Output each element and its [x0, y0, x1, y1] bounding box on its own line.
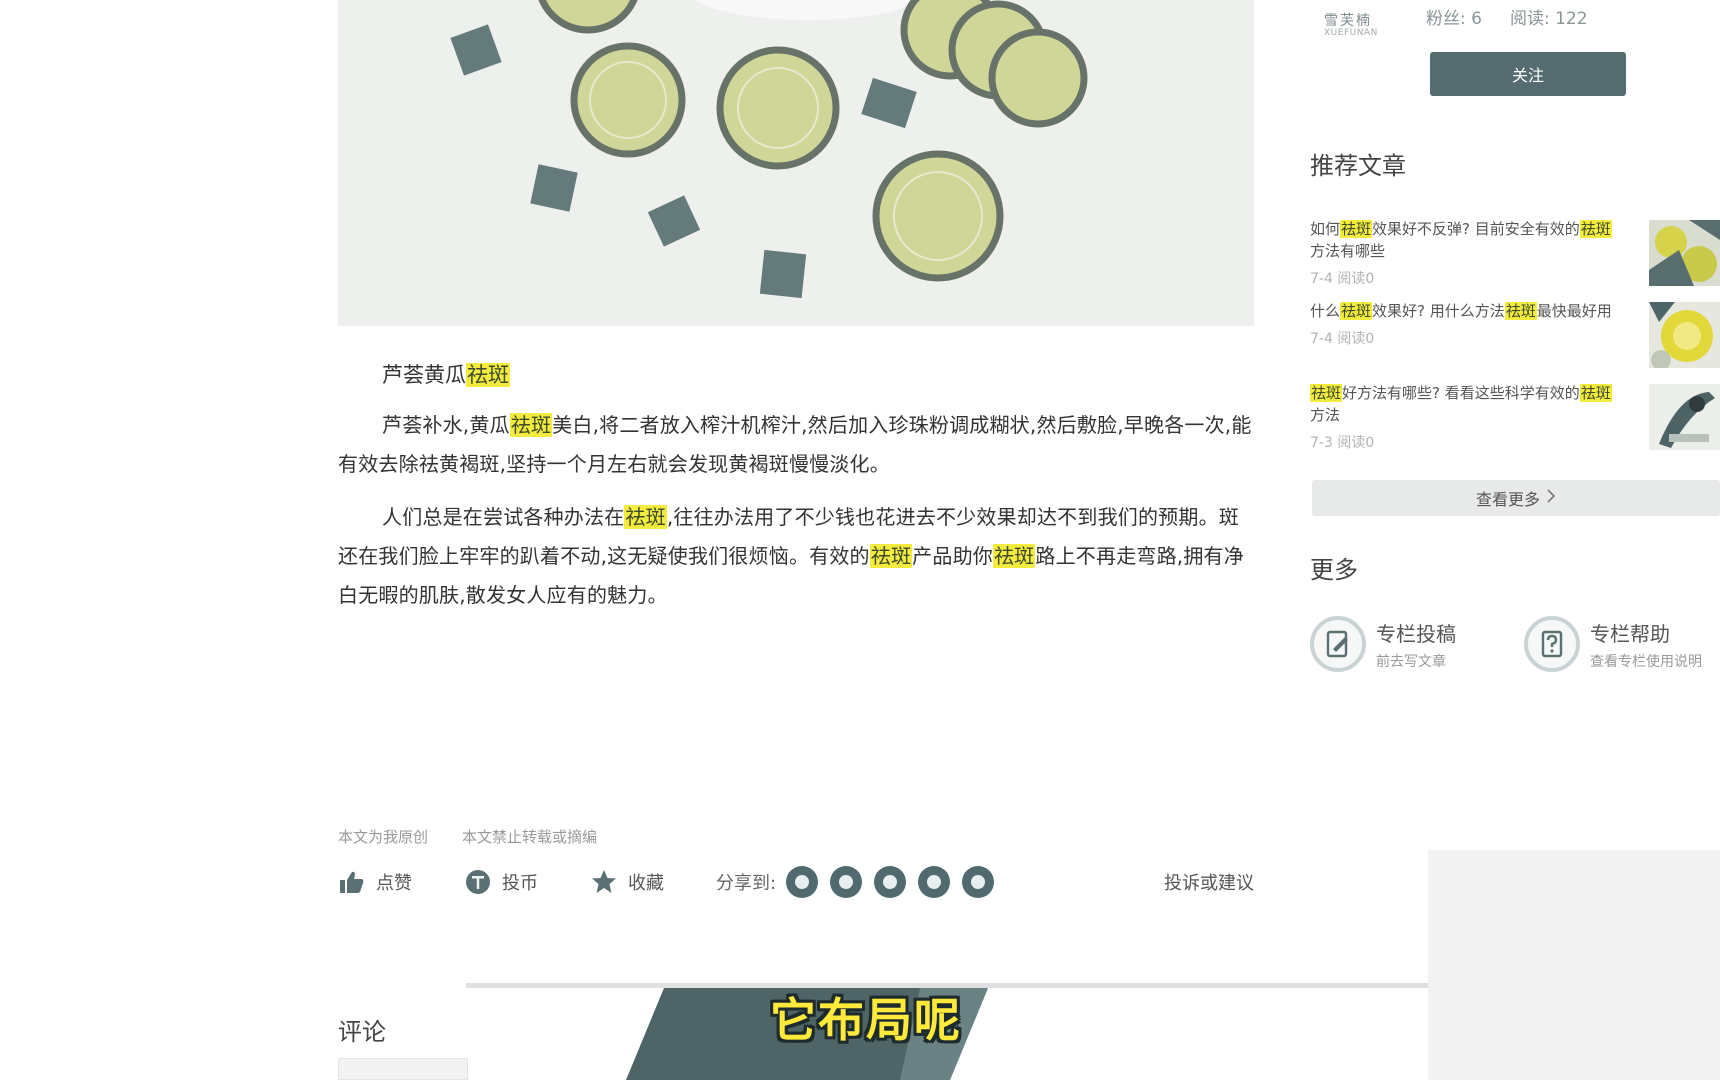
- keyword-highlight: 祛斑: [509, 413, 553, 437]
- logo-subtext: XUEFUNAN: [1324, 28, 1378, 38]
- recommended-item-title[interactable]: 什么祛斑效果好? 用什么方法祛斑最快最好用: [1310, 300, 1626, 322]
- article-body: 芦荟黄瓜祛斑 芦荟补水,黄瓜祛斑美白,将二者放入榨汁机榨汁,然后加入珍珠粉调成糊…: [338, 350, 1254, 615]
- recommended-item[interactable]: 祛斑好方法有哪些? 看看这些科学有效的祛斑方法 7-3 阅读0: [1310, 382, 1720, 462]
- recommended-item-title[interactable]: 祛斑好方法有哪些? 看看这些科学有效的祛斑方法: [1310, 382, 1626, 426]
- logo-text: 雪芙楠: [1324, 13, 1372, 29]
- recommended-title: 推荐文章: [1310, 152, 1406, 180]
- keyword-highlight: 祛斑: [1579, 384, 1612, 402]
- text-segment: 好方法有哪些? 看看这些科学有效的: [1342, 384, 1580, 402]
- like-label: 点赞: [376, 873, 412, 894]
- comments-title: 评论: [338, 1018, 386, 1046]
- star-icon: [590, 868, 618, 896]
- text-segment: 什么: [1310, 302, 1341, 320]
- video-caption: 它布局呢: [770, 993, 962, 1047]
- article-actions: 点赞 投币 收藏 分享到: 投诉或建议: [338, 862, 1254, 902]
- paragraph-2: 人们总是在尝试各种办法在祛斑,往往办法用了不少钱也花进去不少效果却达不到我们的预…: [338, 498, 1254, 615]
- share-weibo-icon[interactable]: [830, 866, 863, 898]
- like-button[interactable]: 点赞: [338, 868, 412, 896]
- coin-label: 投币: [502, 873, 538, 894]
- text-segment: 效果好? 用什么方法: [1372, 302, 1505, 320]
- keyword-highlight: 祛斑: [466, 363, 510, 387]
- view-more-button[interactable]: 查看更多: [1312, 480, 1720, 516]
- keyword-highlight: 祛斑: [1310, 384, 1343, 402]
- edit-document-icon: [1310, 616, 1366, 672]
- coin-button[interactable]: 投币: [464, 868, 538, 896]
- column-help-link[interactable]: 专栏帮助 查看专栏使用说明: [1524, 616, 1702, 672]
- recommended-item-thumbnail[interactable]: [1649, 302, 1720, 368]
- comment-input[interactable]: [338, 1058, 468, 1080]
- author-logo[interactable]: 雪芙楠 XUEFUNAN: [1310, 0, 1388, 40]
- paragraph-1: 芦荟补水,黄瓜祛斑美白,将二者放入榨汁机榨汁,然后加入珍珠粉调成糊状,然后敷脸,…: [338, 406, 1254, 484]
- article-image: [338, 0, 1254, 326]
- share-qzone-icon[interactable]: [918, 866, 951, 898]
- keyword-highlight: 祛斑: [1340, 220, 1373, 238]
- copyright-notes: 本文为我原创 本文禁止转载或摘编: [338, 826, 597, 847]
- share-wechat-icon[interactable]: [874, 866, 907, 898]
- share-dynamic-icon[interactable]: [786, 866, 819, 898]
- text-segment: 芦荟补水,黄瓜: [382, 413, 510, 437]
- keyword-highlight: 祛斑: [1579, 220, 1612, 238]
- favorite-button[interactable]: 收藏: [590, 868, 664, 896]
- column-submit-link[interactable]: 专栏投稿 前去写文章: [1310, 616, 1456, 672]
- chevron-right-icon: [1546, 488, 1556, 508]
- recommended-item-thumbnail[interactable]: [1649, 384, 1720, 450]
- sidebar: 雪芙楠 XUEFUNAN 粉丝: 6 阅读: 122 关注 推荐文章 如何祛斑效…: [1310, 0, 1720, 1080]
- text-segment: 方法有哪些: [1310, 242, 1386, 260]
- text-segment: 效果好不反弹? 目前安全有效的: [1372, 220, 1580, 238]
- more-title: 更多: [1310, 556, 1358, 584]
- original-note: 本文为我原创: [338, 828, 429, 846]
- text-segment: 方法: [1310, 406, 1341, 424]
- text-segment: 如何: [1310, 220, 1341, 238]
- keyword-highlight: 祛斑: [624, 505, 667, 529]
- help-icon: [1524, 616, 1580, 672]
- recommended-item[interactable]: 什么祛斑效果好? 用什么方法祛斑最快最好用 7-4 阅读0: [1310, 300, 1720, 380]
- recommended-item[interactable]: 如何祛斑效果好不反弹? 目前安全有效的祛斑方法有哪些 7-4 阅读0: [1310, 218, 1720, 298]
- no-repost-note: 本文禁止转载或摘编: [462, 828, 598, 846]
- keyword-highlight: 祛斑: [869, 544, 913, 568]
- column-help-name: 专栏帮助: [1590, 621, 1670, 646]
- read-count: 阅读: 122: [1509, 9, 1588, 29]
- recommended-item-title[interactable]: 如何祛斑效果好不反弹? 目前安全有效的祛斑方法有哪些: [1310, 218, 1626, 262]
- fans-count: 粉丝: 6: [1426, 9, 1482, 29]
- text-segment: 产品助你: [912, 544, 993, 568]
- keyword-highlight: 祛斑: [1340, 302, 1373, 320]
- author-stats: 粉丝: 6 阅读: 122: [1426, 4, 1588, 29]
- text-segment: 最快最好用: [1536, 302, 1612, 320]
- recommended-item-thumbnail[interactable]: [1649, 220, 1720, 286]
- follow-button[interactable]: 关注: [1430, 52, 1626, 96]
- column-submit-desc: 前去写文章: [1376, 653, 1446, 670]
- section-heading: 芦荟黄瓜祛斑: [338, 350, 1254, 400]
- keyword-highlight: 祛斑: [1504, 302, 1537, 320]
- share-qq-icon[interactable]: [962, 866, 995, 898]
- report-link[interactable]: 投诉或建议: [1164, 869, 1254, 895]
- text-segment: 人们总是在尝试各种办法在: [382, 505, 625, 529]
- coin-icon: [464, 868, 492, 896]
- column-submit-name: 专栏投稿: [1376, 621, 1456, 646]
- thumbs-up-icon: [338, 868, 366, 896]
- favorite-label: 收藏: [628, 873, 664, 894]
- view-more-label: 查看更多: [1475, 490, 1540, 509]
- column-help-desc: 查看专栏使用说明: [1590, 653, 1702, 670]
- share-label: 分享到:: [716, 873, 777, 894]
- heading-text: 芦荟黄瓜: [382, 363, 466, 387]
- keyword-highlight: 祛斑: [992, 544, 1036, 568]
